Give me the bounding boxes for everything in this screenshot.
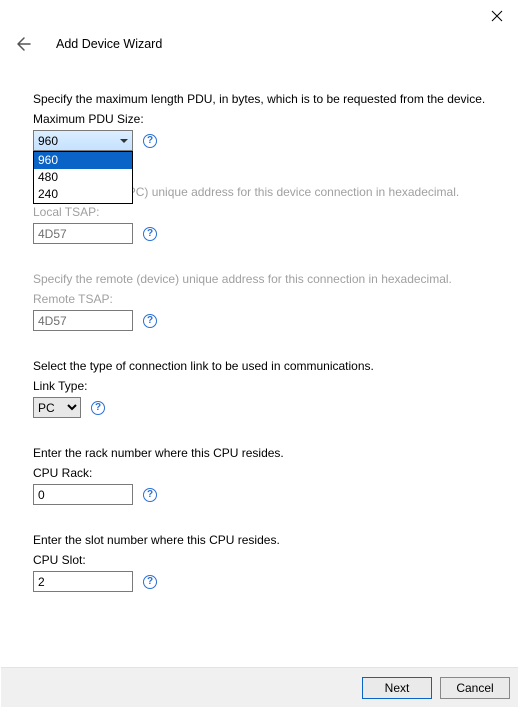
link-type-label: Link Type: xyxy=(33,379,499,393)
cancel-button[interactable]: Cancel xyxy=(440,677,510,699)
pdu-option[interactable]: 480 xyxy=(34,169,132,186)
remote-tsap-label: Remote TSAP: xyxy=(33,292,499,306)
cpu-slot-desc: Enter the slot number where this CPU res… xyxy=(33,533,499,547)
close-icon[interactable] xyxy=(485,6,509,28)
back-arrow-icon[interactable] xyxy=(12,34,32,54)
cpu-rack-desc: Enter the rack number where this CPU res… xyxy=(33,446,499,460)
pdu-option[interactable]: 960 xyxy=(34,152,132,169)
wizard-window: Add Device Wizard Specify the maximum le… xyxy=(0,0,519,708)
remote-tsap-input xyxy=(33,310,133,331)
link-type-select[interactable]: PC xyxy=(33,397,81,418)
chevron-down-icon xyxy=(120,139,128,143)
local-tsap-label: Local TSAP: xyxy=(33,205,499,219)
pdu-select-value: 960 xyxy=(38,134,58,148)
help-icon[interactable]: ? xyxy=(143,488,157,502)
help-icon[interactable]: ? xyxy=(143,314,157,328)
cpu-rack-label: CPU Rack: xyxy=(33,466,499,480)
help-icon[interactable]: ? xyxy=(143,575,157,589)
pdu-option[interactable]: 240 xyxy=(34,186,132,203)
wizard-footer: Next Cancel xyxy=(1,667,518,707)
cpu-slot-label: CPU Slot: xyxy=(33,553,499,567)
page-title: Add Device Wizard xyxy=(56,37,162,51)
help-icon[interactable]: ? xyxy=(91,401,105,415)
pdu-dropdown-list: 960 480 240 xyxy=(33,151,133,204)
link-type-desc: Select the type of connection link to be… xyxy=(33,359,499,373)
pdu-select[interactable]: 960 xyxy=(33,130,133,151)
pdu-desc: Specify the maximum length PDU, in bytes… xyxy=(33,92,499,106)
help-icon[interactable]: ? xyxy=(143,134,157,148)
cpu-slot-input[interactable] xyxy=(33,571,133,592)
help-icon[interactable]: ? xyxy=(143,227,157,241)
pdu-label: Maximum PDU Size: xyxy=(33,112,499,126)
cpu-rack-input[interactable] xyxy=(33,484,133,505)
local-tsap-input xyxy=(33,223,133,244)
next-button[interactable]: Next xyxy=(362,677,432,699)
remote-tsap-desc: Specify the remote (device) unique addre… xyxy=(33,272,499,286)
